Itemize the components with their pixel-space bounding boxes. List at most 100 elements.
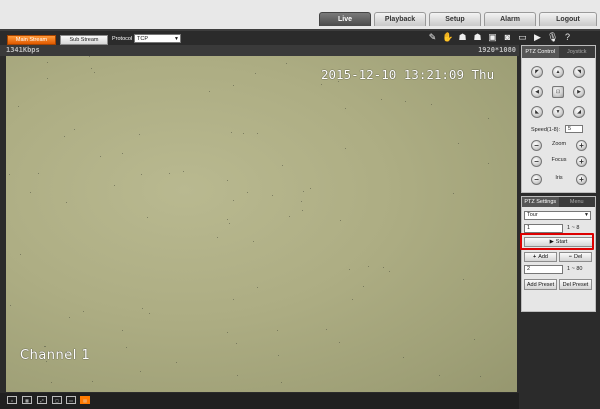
- person-icon-2[interactable]: ☗: [472, 32, 483, 43]
- tab-ptz-settings[interactable]: PTZ Settings: [522, 197, 559, 207]
- video-noise-speck: [176, 362, 177, 363]
- help-icon[interactable]: ?: [562, 32, 573, 43]
- video-noise-speck: [326, 329, 327, 330]
- speed-label: Speed(1-8):: [531, 127, 561, 133]
- video-noise-speck: [257, 133, 258, 134]
- ptz-down-left-button[interactable]: ◣: [531, 106, 543, 118]
- sub-stream-button[interactable]: Sub Stream: [60, 35, 108, 45]
- zoom-label: Zoom: [551, 141, 567, 147]
- video-noise-speck: [18, 106, 19, 107]
- tab-playback[interactable]: Playback: [374, 12, 426, 26]
- video-noise-speck: [349, 269, 350, 270]
- video-noise-speck: [257, 287, 258, 288]
- tab-setup[interactable]: Setup: [429, 12, 481, 26]
- fit-icon[interactable]: ▢: [52, 396, 62, 404]
- pen-icon[interactable]: ✎: [427, 32, 438, 43]
- tab-logout[interactable]: Logout: [539, 12, 597, 26]
- ptz-left-button[interactable]: ◀: [531, 86, 543, 98]
- video-noise-speck: [439, 375, 440, 376]
- tab-menu[interactable]: Menu: [559, 197, 596, 207]
- record-icon[interactable]: ◙: [502, 32, 513, 43]
- video-noise-speck: [381, 99, 382, 100]
- preset-number-input[interactable]: 2: [524, 265, 563, 274]
- zoom-out-button[interactable]: −: [531, 140, 542, 151]
- top-nav-bar: Live Playback Setup Alarm Logout: [0, 0, 600, 29]
- tab-ptz-control[interactable]: PTZ Control: [522, 46, 559, 58]
- ptz-down-right-button[interactable]: ◢: [573, 106, 585, 118]
- protocol-value: TCP: [137, 36, 148, 42]
- person-icon[interactable]: ☗: [457, 32, 468, 43]
- video-noise-speck: [45, 346, 46, 347]
- hand-icon[interactable]: ✋: [442, 32, 453, 43]
- video-noise-speck: [301, 201, 302, 202]
- del-preset-button[interactable]: Del Preset: [559, 279, 592, 290]
- resolution-readout: 1920*1080: [478, 46, 516, 54]
- tour-number-value: 1: [527, 225, 531, 231]
- chevron-down-icon: ▼: [584, 212, 589, 218]
- focus-far-button[interactable]: +: [576, 156, 587, 167]
- video-header: 1341Kbps 1920*1080: [0, 45, 519, 56]
- video-noise-speck: [114, 185, 115, 186]
- tab-joystick[interactable]: Joystick: [559, 46, 596, 58]
- ptz-center-button[interactable]: ⊡: [552, 86, 564, 98]
- tab-live[interactable]: Live: [319, 12, 371, 26]
- add-button[interactable]: + Add: [524, 252, 557, 262]
- mic-icon[interactable]: 🎙: [547, 32, 558, 43]
- add-label: Add: [538, 254, 548, 260]
- tab-alarm[interactable]: Alarm: [484, 12, 536, 26]
- video-noise-speck: [453, 193, 454, 194]
- grid-icon[interactable]: ▦: [22, 396, 32, 404]
- video-noise-speck: [229, 223, 230, 224]
- del-label: Del: [573, 254, 583, 260]
- video-noise-speck: [47, 62, 48, 63]
- add-preset-button[interactable]: Add Preset: [524, 279, 557, 290]
- main-stream-button[interactable]: Main Stream: [7, 35, 56, 45]
- home-icon[interactable]: ⌂: [7, 396, 17, 404]
- rect-icon[interactable]: ▤: [80, 396, 90, 404]
- video-noise-speck: [302, 210, 303, 211]
- zoom-control: − Zoom +: [531, 140, 587, 152]
- iris-close-button[interactable]: −: [531, 174, 542, 185]
- protocol-label: Protocol: [112, 36, 133, 42]
- live-video-view[interactable]: 2015-12-10 13:21:09 Thu Channel 1: [6, 56, 517, 392]
- video-noise-speck: [149, 313, 150, 314]
- del-preset-label: Del Preset: [562, 281, 589, 288]
- video-noise-speck: [247, 192, 248, 193]
- video-noise-speck: [91, 68, 92, 69]
- video-noise-speck: [183, 171, 184, 172]
- ptz-right-button[interactable]: ▶: [573, 86, 585, 98]
- video-icon[interactable]: ▶: [532, 32, 543, 43]
- protocol-select[interactable]: TCP ▼: [134, 34, 181, 43]
- ptz-up-button[interactable]: ▲: [552, 66, 564, 78]
- preset-range-hint: 1 ~ 80: [567, 266, 583, 272]
- zoom-in-button[interactable]: +: [576, 140, 587, 151]
- tour-range-hint: 1 ~ 8: [567, 225, 580, 231]
- fullscreen-icon[interactable]: ⤢: [37, 396, 47, 404]
- focus-near-button[interactable]: −: [531, 156, 542, 167]
- tour-number-input[interactable]: 1: [524, 224, 563, 233]
- video-noise-speck: [122, 330, 123, 331]
- ptz-mode-select[interactable]: Tour ▼: [524, 211, 591, 220]
- ptz-tabs: PTZ Control Joystick: [522, 46, 595, 58]
- video-noise-speck: [233, 200, 234, 201]
- video-noise-speck: [89, 56, 90, 57]
- window-icon[interactable]: ▭: [517, 32, 528, 43]
- speed-select[interactable]: 5: [565, 125, 583, 133]
- video-noise-speck: [345, 148, 346, 149]
- iris-open-button[interactable]: +: [576, 174, 587, 185]
- window-icon[interactable]: ▭: [66, 396, 76, 404]
- snapshot-icon[interactable]: ▣: [487, 32, 498, 43]
- focus-control: − Focus +: [531, 156, 587, 168]
- speed-value: 5: [568, 126, 572, 132]
- ptz-control-panel: PTZ Control Joystick ◤ ▲ ◥ ◀ ⊡ ▶ ◣ ▼ ◢ S…: [521, 45, 596, 193]
- ptz-up-right-button[interactable]: ◥: [573, 66, 585, 78]
- video-noise-speck: [217, 237, 218, 238]
- ptz-up-left-button[interactable]: ◤: [531, 66, 543, 78]
- ptz-down-button[interactable]: ▼: [552, 106, 564, 118]
- ptz-settings-tabs: PTZ Settings Menu: [522, 197, 595, 207]
- video-noise-speck: [227, 180, 228, 181]
- video-noise-speck: [282, 165, 283, 166]
- nav-tabs: Live Playback Setup Alarm Logout: [319, 12, 597, 26]
- video-noise-speck: [94, 72, 95, 73]
- del-button[interactable]: − Del: [559, 252, 592, 262]
